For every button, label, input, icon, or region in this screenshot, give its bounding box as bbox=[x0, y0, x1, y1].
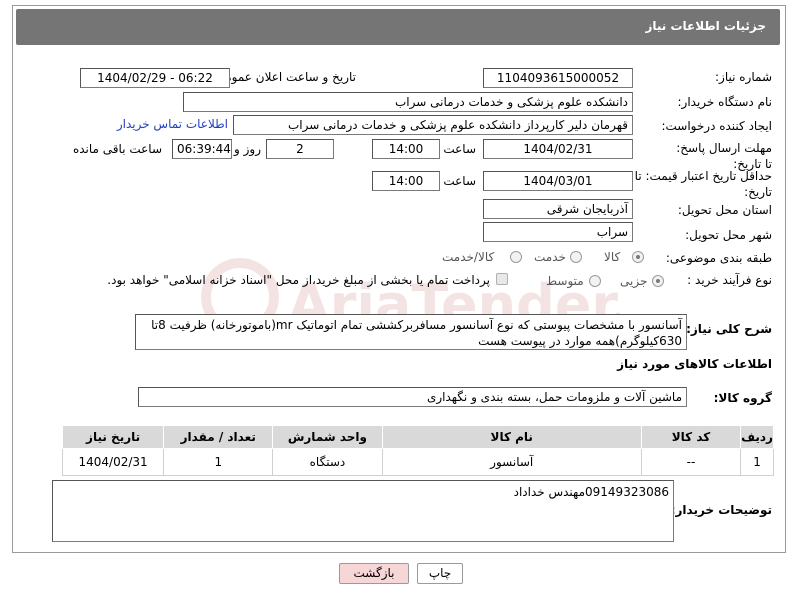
col-unit: واحد شمارش bbox=[272, 425, 383, 449]
contact-buyer-link[interactable]: اطلاعات تماس خریدار bbox=[117, 117, 228, 131]
category-radio-goods[interactable] bbox=[632, 251, 644, 263]
days-field[interactable]: 2 bbox=[266, 139, 334, 159]
panel-title: جزئیات اطلاعات نیاز bbox=[645, 19, 766, 33]
treasury-checkbox[interactable] bbox=[496, 273, 508, 285]
category-label: طبقه بندی موضوعی: bbox=[665, 251, 772, 265]
process-minor-label: جزیی bbox=[620, 274, 648, 288]
goods-group-field[interactable]: ماشین آلات و ملزومات حمل، بسته بندی و نگ… bbox=[138, 387, 687, 407]
category-both-label: کالا/خدمت bbox=[442, 250, 495, 264]
treasury-note: پرداخت تمام یا بخشی از مبلغ خرید،از محل … bbox=[107, 273, 490, 287]
deadline-time-label: ساعت bbox=[443, 142, 476, 156]
buyer-org-label: نام دستگاه خریدار: bbox=[677, 95, 773, 109]
buyer-org-field[interactable]: دانشکده علوم پزشکی و خدمات درمانی سراب bbox=[183, 92, 633, 112]
province-label: استان محل تحویل: bbox=[677, 203, 772, 217]
description-label: شرح کلی نیاز: bbox=[686, 322, 772, 336]
validity-time-field[interactable]: 14:00 bbox=[372, 171, 440, 191]
creator-field[interactable]: قهرمان دلیر کارپرداز دانشکده علوم پزشکی … bbox=[233, 115, 633, 135]
announce-field[interactable]: 1404/02/29 - 06:22 bbox=[80, 68, 230, 88]
validity-time-label: ساعت bbox=[443, 174, 476, 188]
col-need-date: تاریخ نیاز bbox=[61, 425, 165, 449]
goods-group-label: گروه کالا: bbox=[713, 391, 772, 405]
process-medium-label: متوسط bbox=[546, 274, 584, 288]
deadline-date-field[interactable]: 1404/02/31 bbox=[483, 139, 633, 159]
cell-unit: دستگاه bbox=[272, 448, 383, 476]
panel-header: جزئیات اطلاعات نیاز bbox=[16, 9, 780, 45]
buyer-notes-label: توضیحات خریدار: bbox=[670, 503, 772, 517]
process-radio-medium[interactable] bbox=[589, 275, 601, 287]
process-label: نوع فرآیند خرید : bbox=[687, 273, 772, 287]
province-field[interactable]: آذربایجان شرقی bbox=[483, 199, 633, 219]
cell-item-name: آسانسور bbox=[381, 448, 642, 476]
col-item-name: نام کالا bbox=[381, 425, 642, 449]
validity-date-field[interactable]: 1404/03/01 bbox=[483, 171, 633, 191]
col-quantity: تعداد / مقدار bbox=[163, 425, 274, 449]
buyer-notes-field[interactable]: 09149323086مهندس خداداد bbox=[52, 480, 674, 542]
goods-section-title: اطلاعات کالاهای مورد نیاز bbox=[617, 357, 772, 371]
process-radio-minor[interactable] bbox=[652, 275, 664, 287]
need-number-label: شماره نیاز: bbox=[715, 70, 772, 84]
creator-label: ایجاد کننده درخواست: bbox=[661, 119, 772, 133]
days-label: روز و bbox=[234, 142, 261, 156]
table-row[interactable]: 1 -- آسانسور دستگاه 1 1404/02/31 bbox=[61, 448, 774, 476]
need-number-field[interactable]: 1104093615000052 bbox=[483, 68, 633, 88]
category-goods-label: کالا bbox=[604, 250, 621, 264]
deadline-time-field[interactable]: 14:00 bbox=[372, 139, 440, 159]
back-button[interactable]: بازگشت bbox=[339, 563, 409, 584]
print-button[interactable]: چاپ bbox=[417, 563, 463, 584]
cell-need-date: 1404/02/31 bbox=[61, 448, 165, 476]
city-field[interactable]: سراب bbox=[483, 222, 633, 242]
category-radio-service[interactable] bbox=[570, 251, 582, 263]
cell-item-code: -- bbox=[640, 448, 742, 476]
validity-label: حداقل تاریخ اعتبار قیمت: تا تاریخ: bbox=[634, 169, 772, 199]
goods-table-header: ردیف کد کالا نام کالا واحد شمارش تعداد /… bbox=[61, 425, 774, 449]
city-label: شهر محل تحویل: bbox=[685, 228, 772, 242]
col-item-code: کد کالا bbox=[640, 425, 742, 449]
remaining-time-field[interactable]: 06:39:44 bbox=[172, 139, 232, 159]
cell-quantity: 1 bbox=[163, 448, 274, 476]
goods-table: ردیف کد کالا نام کالا واحد شمارش تعداد /… bbox=[61, 425, 774, 476]
remaining-label: ساعت باقی مانده bbox=[72, 142, 162, 156]
category-radio-both[interactable] bbox=[510, 251, 522, 263]
announce-label: تاریخ و ساعت اعلان عمومی: bbox=[211, 70, 356, 84]
cell-row-number: 1 bbox=[740, 448, 774, 476]
category-service-label: خدمت bbox=[534, 250, 566, 264]
description-field[interactable]: آسانسور با مشخصات پیوستی که نوع آسانسور … bbox=[135, 314, 687, 350]
col-row-number: ردیف bbox=[740, 425, 774, 449]
